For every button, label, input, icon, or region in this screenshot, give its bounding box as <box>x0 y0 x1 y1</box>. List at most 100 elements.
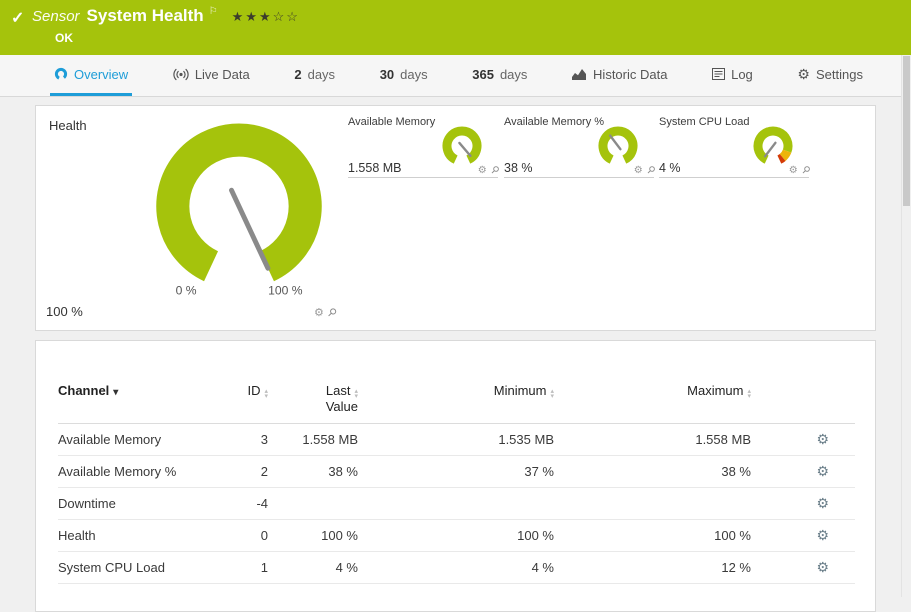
table-header-row: Channel▾ ID▴▾ Last▴▾ Value Minimum▴▾ Max… <box>58 383 855 424</box>
cell-channel[interactable]: Downtime <box>58 488 208 520</box>
channel-settings-icon[interactable]: ⚙ <box>816 527 829 543</box>
tab-log-label: Log <box>731 67 753 82</box>
cell-minimum <box>358 488 554 520</box>
sort-arrows-icon: ▴▾ <box>354 389 358 399</box>
health-gauge-actions: ⚙ ⚲ <box>314 306 336 319</box>
cell-last-value: 1.558 MB <box>268 424 358 456</box>
cell-channel[interactable]: Available Memory % <box>58 456 208 488</box>
table-row[interactable]: Health 0 100 % 100 % 100 % ⚙ <box>58 520 855 552</box>
tab-overview-label: Overview <box>74 67 128 82</box>
col-header-maximum[interactable]: Maximum ▴▾ <box>554 383 751 424</box>
table-row[interactable]: Available Memory % 2 38 % 37 % 38 % ⚙ <box>58 456 855 488</box>
tab-365-days-label: days <box>500 67 527 82</box>
table-row[interactable]: System CPU Load 1 4 % 4 % 12 % ⚙ <box>58 552 855 584</box>
cell-id: -4 <box>208 488 268 520</box>
tab-2-days[interactable]: 2 days <box>290 55 339 96</box>
mini-gauge-title: System CPU Load <box>659 116 749 128</box>
col-header-channel[interactable]: Channel▾ <box>58 383 208 424</box>
tab-live-data[interactable]: Live Data <box>169 55 254 96</box>
cell-channel[interactable]: Health <box>58 520 208 552</box>
table-row[interactable]: Available Memory 3 1.558 MB 1.535 MB 1.5… <box>58 424 855 456</box>
tab-log[interactable]: Log <box>708 55 757 96</box>
channel-settings-icon[interactable]: ⚙ <box>816 495 829 511</box>
gauge-pin-icon[interactable]: ⚲ <box>799 164 812 177</box>
mini-gauge-needle <box>459 143 470 156</box>
cell-last-value: 38 % <box>268 456 358 488</box>
col-header-id[interactable]: ID▴▾ <box>208 383 268 424</box>
cell-maximum <box>554 488 751 520</box>
mini-gauge-available-memory-pct: Available Memory % 38 % ⚙ ⚲ <box>504 116 654 178</box>
health-gauge-value: 100 % <box>46 304 83 319</box>
tab-historic-data[interactable]: Historic Data <box>568 55 671 96</box>
gauge-scale-min: 0 % <box>176 283 197 297</box>
tab-30-days-label: days <box>400 67 427 82</box>
tab-live-data-label: Live Data <box>195 67 250 82</box>
tab-settings[interactable]: ⚙ Settings <box>793 55 867 96</box>
sensor-status-badge: OK <box>55 31 73 45</box>
mini-gauge-title: Available Memory % <box>504 116 604 128</box>
cell-channel[interactable]: System CPU Load <box>58 552 208 584</box>
health-gauge: 0 % 100 % <box>134 118 344 305</box>
mini-gauge-value: 38 % <box>504 161 533 175</box>
health-gauge-title: Health <box>49 118 87 133</box>
gauge-gear-icon[interactable]: ⚙ <box>314 306 324 319</box>
channels-table: Channel▾ ID▴▾ Last▴▾ Value Minimum▴▾ Max… <box>58 383 855 584</box>
tab-bar: Overview Live Data 2 days 30 days 365 da… <box>0 55 911 97</box>
channel-settings-icon[interactable]: ⚙ <box>816 463 829 479</box>
tab-2-days-number: 2 <box>294 67 301 82</box>
gauge-pin-icon[interactable]: ⚲ <box>488 164 501 177</box>
cell-maximum: 38 % <box>554 456 751 488</box>
overview-icon <box>54 67 68 81</box>
favorite-flag-icon[interactable]: ⚐ <box>209 6 218 17</box>
status-ok-check-icon: ✓ <box>11 8 24 28</box>
settings-gear-icon: ⚙ <box>797 67 810 81</box>
gauge-pin-icon[interactable]: ⚲ <box>324 305 339 320</box>
tab-settings-label: Settings <box>816 67 863 82</box>
gauge-warning-segment <box>783 151 787 157</box>
gauge-gear-icon[interactable]: ⚙ <box>789 165 798 176</box>
gauge-gear-icon[interactable]: ⚙ <box>634 165 643 176</box>
col-header-minimum[interactable]: Minimum▴▾ <box>358 383 554 424</box>
sort-arrows-icon: ▴▾ <box>747 389 751 399</box>
gauge-gear-icon[interactable]: ⚙ <box>478 165 487 176</box>
sensor-header: ✓ Sensor System Health ⚐ ★★★☆☆ OK <box>0 0 911 55</box>
page-title: System Health <box>87 6 204 26</box>
cell-last-value: 4 % <box>268 552 358 584</box>
cell-last-value: 100 % <box>268 520 358 552</box>
cell-id: 3 <box>208 424 268 456</box>
table-row[interactable]: Downtime -4 ⚙ <box>58 488 855 520</box>
historic-data-icon <box>572 68 587 80</box>
cell-minimum: 4 % <box>358 552 554 584</box>
channel-settings-icon[interactable]: ⚙ <box>816 559 829 575</box>
tab-overview[interactable]: Overview <box>50 55 132 96</box>
log-icon <box>712 68 725 80</box>
col-header-last-value[interactable]: Last▴▾ Value <box>268 383 358 424</box>
stars-filled[interactable]: ★★★ <box>232 9 273 24</box>
mini-gauge-dial <box>440 124 484 168</box>
gauge-scale-max: 100 % <box>268 283 303 297</box>
sensor-kind-label: Sensor <box>32 8 80 25</box>
priority-stars[interactable]: ★★★☆☆ <box>232 9 300 25</box>
col-id-label: ID <box>247 383 260 398</box>
mini-gauge-value: 1.558 MB <box>348 161 402 175</box>
scrollbar-thumb[interactable] <box>903 56 910 206</box>
cell-id: 1 <box>208 552 268 584</box>
mini-gauge-value: 4 % <box>659 161 681 175</box>
col-max-label: Maximum <box>687 383 743 398</box>
mini-gauge-actions: ⚙ ⚲ <box>478 165 498 176</box>
scrollbar[interactable] <box>901 55 911 597</box>
tab-30-days[interactable]: 30 days <box>376 55 432 96</box>
cell-id: 0 <box>208 520 268 552</box>
col-header-actions <box>751 383 855 424</box>
tab-2-days-label: days <box>308 67 335 82</box>
mini-gauge-title: Available Memory <box>348 116 435 128</box>
tab-30-days-number: 30 <box>380 67 394 82</box>
mini-gauge-actions: ⚙ ⚲ <box>634 165 654 176</box>
tab-365-days[interactable]: 365 days <box>468 55 531 96</box>
channel-settings-icon[interactable]: ⚙ <box>816 431 829 447</box>
gauge-pin-icon[interactable]: ⚲ <box>644 164 657 177</box>
cell-channel[interactable]: Available Memory <box>58 424 208 456</box>
sort-arrows-icon: ▴▾ <box>550 389 554 399</box>
stars-empty[interactable]: ☆☆ <box>273 9 300 24</box>
col-last-label-1: Last <box>326 383 351 398</box>
